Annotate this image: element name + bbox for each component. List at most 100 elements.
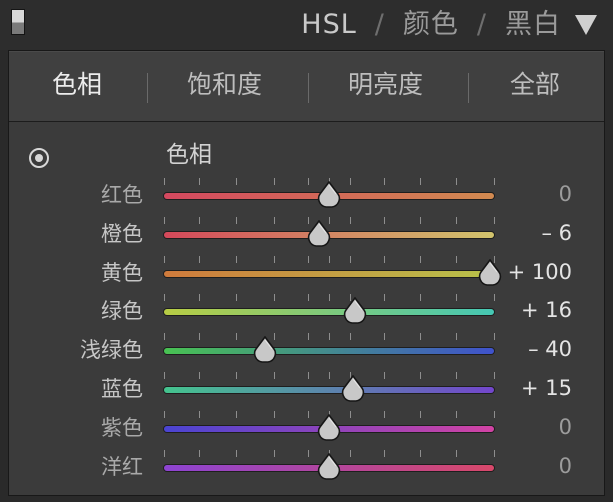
slider-tick <box>236 178 237 185</box>
header-bw[interactable]: 黑白 <box>505 9 561 40</box>
slider-track[interactable] <box>164 270 494 277</box>
hsl-panel: 色相 饱和度 明亮度 全部 色相 红色 0 橙色 – 6 黄色 + 100 绿色 + 16 浅绿… <box>8 50 605 496</box>
slider-tick <box>494 449 495 457</box>
slider-tick <box>350 216 351 224</box>
slider-label: 紫色 <box>101 415 143 440</box>
slider-tick <box>456 255 457 263</box>
slider-tick <box>164 216 165 224</box>
slider-tick <box>308 372 309 379</box>
slider-tick <box>456 449 457 457</box>
slider-thumb[interactable] <box>317 181 341 209</box>
tab-hue[interactable]: 色相 <box>52 69 102 101</box>
slider-tick <box>456 410 457 418</box>
slider-tick <box>329 372 330 379</box>
slider-tick <box>456 216 457 224</box>
panel-header-title: HSL / 颜色 / 黑白 <box>301 8 561 42</box>
slider-tick <box>420 255 421 263</box>
slider-ticks <box>164 333 495 341</box>
slider-track[interactable] <box>164 387 494 393</box>
slider-thumb[interactable] <box>253 336 277 364</box>
slider-tick <box>494 333 495 341</box>
tab-all[interactable]: 全部 <box>510 69 560 101</box>
slider-thumb[interactable] <box>341 375 365 403</box>
slider-tick <box>494 178 495 185</box>
slider-tick <box>236 410 237 418</box>
slider-tick <box>164 294 165 302</box>
header-separator: / <box>374 9 385 40</box>
hue-slider-row: 洋红 0 <box>9 449 604 488</box>
slider-tick <box>274 178 275 185</box>
slider-tick <box>164 410 165 418</box>
slider-thumb[interactable] <box>317 413 341 442</box>
slider-tick <box>199 255 200 263</box>
section-title: 色相 <box>166 142 212 168</box>
slider-ticks <box>164 294 495 302</box>
slider-tick <box>164 333 165 341</box>
slider-tick <box>274 255 275 263</box>
slider-track[interactable] <box>164 348 494 355</box>
slider-thumb[interactable] <box>307 219 331 248</box>
slider-tick <box>308 410 309 418</box>
slider-tick <box>384 216 385 224</box>
slider-tick <box>274 449 275 457</box>
targeted-adjustment-icon[interactable] <box>29 148 49 168</box>
slider-tick <box>494 294 495 302</box>
slider-label: 绿色 <box>101 299 143 324</box>
slider-thumb[interactable] <box>478 258 502 287</box>
slider-tick <box>199 372 200 379</box>
hue-slider-row: 红色 0 <box>9 178 604 216</box>
tab-divider <box>147 73 148 103</box>
slider-tick <box>236 216 237 224</box>
slider-tick <box>494 372 495 379</box>
slider-value[interactable]: 0 <box>559 412 572 442</box>
hue-slider-row: 黄色 + 100 <box>9 255 604 294</box>
slider-track[interactable] <box>164 309 494 316</box>
slider-value[interactable]: + 15 <box>521 373 572 403</box>
slider-tick <box>350 333 351 341</box>
slider-tick <box>420 372 421 379</box>
tab-saturation[interactable]: 饱和度 <box>187 69 262 101</box>
slider-tick <box>329 333 330 341</box>
slider-tick <box>420 410 421 418</box>
slider-value[interactable]: 0 <box>559 179 572 209</box>
slider-tick <box>164 449 165 457</box>
slider-tick <box>420 216 421 224</box>
slider-tick <box>274 294 275 302</box>
panel-header: HSL / 颜色 / 黑白 <box>0 0 613 50</box>
slider-tick <box>456 178 457 185</box>
slider-tick <box>329 255 330 263</box>
slider-tick <box>350 449 351 457</box>
tab-luminance[interactable]: 明亮度 <box>348 69 423 101</box>
slider-thumb[interactable] <box>343 297 367 325</box>
slider-tick <box>164 372 165 379</box>
header-color[interactable]: 颜色 <box>403 9 459 40</box>
slider-tick <box>164 178 165 185</box>
slider-tick <box>420 294 421 302</box>
hue-slider-row: 蓝色 + 15 <box>9 372 604 410</box>
slider-tick <box>494 216 495 224</box>
panel-menu-triangle-icon[interactable] <box>575 15 597 35</box>
slider-value[interactable]: + 100 <box>508 257 572 287</box>
slider-tick <box>274 410 275 418</box>
slider-tick <box>384 294 385 302</box>
slider-tick <box>350 255 351 263</box>
panel-toggle-icon[interactable] <box>11 9 25 35</box>
slider-tick <box>384 372 385 379</box>
slider-tick <box>164 255 165 263</box>
slider-label: 蓝色 <box>101 377 143 401</box>
slider-tick <box>308 333 309 341</box>
slider-tick <box>456 333 457 341</box>
slider-tick <box>456 372 457 379</box>
hue-slider-row: 橙色 – 6 <box>9 216 604 255</box>
slider-tick <box>308 294 309 302</box>
slider-value[interactable]: – 40 <box>528 334 572 364</box>
slider-tick <box>308 449 309 457</box>
slider-tick <box>308 178 309 185</box>
slider-tick <box>384 178 385 185</box>
slider-value[interactable]: – 6 <box>541 218 572 248</box>
tab-divider <box>468 73 469 103</box>
slider-value[interactable]: 0 <box>559 451 572 481</box>
slider-thumb[interactable] <box>317 452 341 481</box>
header-hsl[interactable]: HSL <box>301 9 356 40</box>
slider-value[interactable]: + 16 <box>521 295 572 325</box>
